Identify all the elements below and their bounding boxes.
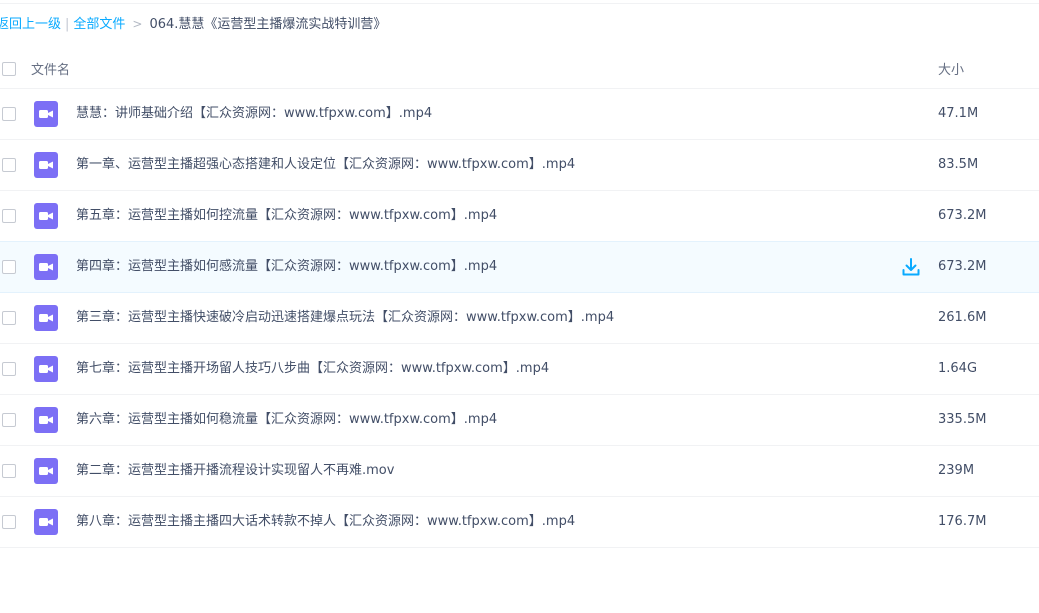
row-checkbox[interactable] <box>2 311 16 325</box>
file-name[interactable]: 第六章：运营型主播如何稳流量【汇众资源网：www.tfpxw.com】.mp4 <box>76 395 497 445</box>
row-checkbox[interactable] <box>2 107 16 121</box>
file-row[interactable]: 慧慧：讲师基础介绍【汇众资源网：www.tfpxw.com】.mp4 47.1M <box>0 88 1039 140</box>
file-size: 47.1M <box>938 106 979 121</box>
file-size: 261.6M <box>938 310 987 325</box>
video-file-icon <box>34 254 58 280</box>
file-size: 239M <box>938 463 975 478</box>
file-size: 1.64G <box>938 361 978 376</box>
file-name[interactable]: 第一章、运营型主播超强心态搭建和人设定位【汇众资源网：www.tfpxw.com… <box>76 140 575 190</box>
select-all-checkbox[interactable] <box>2 62 16 76</box>
file-name[interactable]: 慧慧：讲师基础介绍【汇众资源网：www.tfpxw.com】.mp4 <box>76 89 432 139</box>
row-checkbox[interactable] <box>2 362 16 376</box>
video-file-icon <box>34 152 58 178</box>
row-checkbox[interactable] <box>2 158 16 172</box>
video-file-icon <box>34 305 58 331</box>
file-name[interactable]: 第八章：运营型主播主播四大话术转款不掉人【汇众资源网：www.tfpxw.com… <box>76 497 575 547</box>
video-file-icon <box>34 203 58 229</box>
file-size: 335.5M <box>938 412 987 427</box>
file-row[interactable]: 第一章、运营型主播超强心态搭建和人设定位【汇众资源网：www.tfpxw.com… <box>0 140 1039 191</box>
file-row[interactable]: 第五章：运营型主播如何控流量【汇众资源网：www.tfpxw.com】.mp4 … <box>0 191 1039 242</box>
download-icon[interactable] <box>901 257 921 277</box>
file-row[interactable]: 第八章：运营型主播主播四大话术转款不掉人【汇众资源网：www.tfpxw.com… <box>0 497 1039 548</box>
file-list-header: 文件名 大小 <box>0 55 1039 83</box>
video-file-icon <box>34 458 58 484</box>
file-size: 673.2M <box>938 259 987 274</box>
file-name[interactable]: 第七章：运营型主播开场留人技巧八步曲【汇众资源网：www.tfpxw.com】.… <box>76 344 549 394</box>
column-header-name[interactable]: 文件名 <box>31 59 70 78</box>
breadcrumb-arrow: > <box>132 17 143 31</box>
file-name[interactable]: 第三章：运营型主播快速破冷启动迅速搭建爆点玩法【汇众资源网：www.tfpxw.… <box>76 293 614 343</box>
file-name[interactable]: 第五章：运营型主播如何控流量【汇众资源网：www.tfpxw.com】.mp4 <box>76 191 497 241</box>
video-file-icon <box>34 101 58 127</box>
file-list: 慧慧：讲师基础介绍【汇众资源网：www.tfpxw.com】.mp4 47.1M… <box>0 88 1039 548</box>
video-file-icon <box>34 356 58 382</box>
breadcrumb-back-link[interactable]: 返回上一级 <box>0 17 61 32</box>
row-checkbox[interactable] <box>2 413 16 427</box>
row-checkbox[interactable] <box>2 515 16 529</box>
video-file-icon <box>34 509 58 535</box>
breadcrumb-all-files-link[interactable]: 全部文件 <box>73 17 125 32</box>
file-size: 176.7M <box>938 514 987 529</box>
file-size: 83.5M <box>938 157 979 172</box>
file-row[interactable]: 第三章：运营型主播快速破冷启动迅速搭建爆点玩法【汇众资源网：www.tfpxw.… <box>0 293 1039 344</box>
file-row[interactable]: 第六章：运营型主播如何稳流量【汇众资源网：www.tfpxw.com】.mp4 … <box>0 395 1039 446</box>
file-name[interactable]: 第二章：运营型主播开播流程设计实现留人不再难.mov <box>76 446 394 496</box>
top-divider <box>0 0 1039 4</box>
row-checkbox[interactable] <box>2 260 16 274</box>
row-checkbox[interactable] <box>2 464 16 478</box>
row-checkbox[interactable] <box>2 209 16 223</box>
video-file-icon <box>34 407 58 433</box>
breadcrumb: 返回上一级 | 全部文件 >064.慧慧《运营型主播爆流实战特训营》 <box>0 14 386 34</box>
breadcrumb-separator: | <box>65 17 70 32</box>
breadcrumb-current-folder: 064.慧慧《运营型主播爆流实战特训营》 <box>149 17 387 32</box>
file-size: 673.2M <box>938 208 987 223</box>
file-row[interactable]: 第七章：运营型主播开场留人技巧八步曲【汇众资源网：www.tfpxw.com】.… <box>0 344 1039 395</box>
column-header-size[interactable]: 大小 <box>938 59 964 78</box>
file-name[interactable]: 第四章：运营型主播如何感流量【汇众资源网：www.tfpxw.com】.mp4 <box>76 242 497 292</box>
file-row[interactable]: 第二章：运营型主播开播流程设计实现留人不再难.mov 239M <box>0 446 1039 497</box>
file-row-hovered[interactable]: 第四章：运营型主播如何感流量【汇众资源网：www.tfpxw.com】.mp4 … <box>0 242 1039 293</box>
